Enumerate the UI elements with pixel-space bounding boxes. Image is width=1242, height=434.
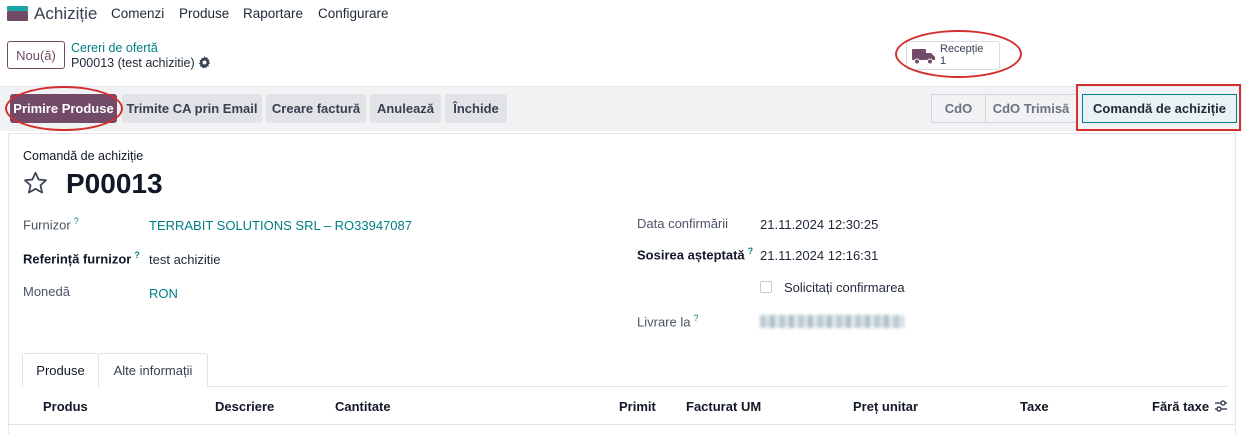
deliver-to-label-text: Livrare la bbox=[637, 314, 691, 330]
deliver-to-field-redacted[interactable] bbox=[760, 315, 904, 328]
help-icon[interactable]: ? bbox=[748, 246, 754, 256]
create-bill-button[interactable]: Creare factură bbox=[266, 94, 366, 123]
col-header-description[interactable]: Descriere bbox=[215, 399, 274, 414]
currency-field[interactable]: RON bbox=[149, 286, 178, 301]
ask-confirmation-label: Solicitați confirmarea bbox=[784, 280, 905, 295]
table-header-divider bbox=[8, 424, 1234, 425]
vendor-ref-label-text: Referință furnizor bbox=[23, 251, 132, 267]
col-header-billed[interactable]: Facturat bbox=[686, 399, 737, 414]
supplier-label: Furnizor? bbox=[23, 216, 79, 232]
menu-comenzi[interactable]: Comenzi bbox=[111, 6, 164, 21]
col-header-unit-price[interactable]: Preț unitar bbox=[853, 399, 918, 414]
expected-arrival-label-text: Sosirea așteptată bbox=[637, 247, 745, 263]
col-header-received[interactable]: Primit bbox=[619, 399, 656, 414]
supplier-label-text: Furnizor bbox=[23, 217, 71, 233]
col-header-taxes[interactable]: Taxe bbox=[1020, 399, 1049, 414]
annotation-circle-receipt bbox=[895, 30, 1022, 78]
expected-arrival-field[interactable]: 21.11.2024 12:16:31 bbox=[760, 248, 878, 263]
breadcrumb-parent[interactable]: Cereri de ofertă bbox=[71, 41, 158, 55]
stage-rfq[interactable]: CdO bbox=[931, 94, 986, 123]
supplier-field[interactable]: TERRABIT SOLUTIONS SRL – RO33947087 bbox=[149, 218, 412, 233]
menu-configurare[interactable]: Configurare bbox=[318, 6, 389, 21]
confirm-date-field[interactable]: 21.11.2024 12:30:25 bbox=[760, 217, 878, 232]
vendor-ref-field[interactable]: test achizitie bbox=[149, 252, 221, 267]
confirm-date-label: Data confirmării bbox=[637, 216, 729, 231]
ask-confirmation-checkbox[interactable] bbox=[760, 281, 772, 293]
expected-arrival-label: Sosirea așteptată? bbox=[637, 246, 753, 262]
help-icon[interactable]: ? bbox=[134, 250, 140, 260]
menu-raportare[interactable]: Raportare bbox=[243, 6, 303, 21]
optional-columns-icon[interactable] bbox=[1214, 399, 1228, 413]
help-icon[interactable]: ? bbox=[693, 313, 698, 323]
record-type-label: Comandă de achiziție bbox=[23, 149, 144, 163]
breadcrumb-current: P00013 (test achizitie) bbox=[71, 56, 195, 70]
send-po-email-button[interactable]: Trimite CA prin Email bbox=[122, 94, 262, 123]
stage-rfq-sent[interactable]: CdO Trimisă bbox=[985, 94, 1077, 123]
currency-label: Monedă bbox=[23, 284, 70, 299]
tab-other-info[interactable]: Alte informații bbox=[98, 353, 208, 387]
col-header-subtotal[interactable]: Fără taxe bbox=[1152, 399, 1209, 414]
form-sheet bbox=[8, 133, 1236, 434]
deliver-to-label: Livrare la? bbox=[637, 313, 698, 329]
lock-button[interactable]: Închide bbox=[445, 94, 507, 123]
app-name[interactable]: Achiziție bbox=[34, 4, 97, 24]
col-header-quantity[interactable]: Cantitate bbox=[335, 399, 391, 414]
annotation-box-stage bbox=[1076, 84, 1241, 131]
col-header-product[interactable]: Produs bbox=[43, 399, 88, 414]
col-header-uom[interactable]: UM bbox=[741, 399, 761, 414]
menu-produse[interactable]: Produse bbox=[179, 6, 229, 21]
new-button[interactable]: Nou(ă) bbox=[7, 41, 65, 69]
app-logo-icon[interactable] bbox=[7, 6, 28, 21]
gear-icon[interactable] bbox=[198, 56, 211, 69]
record-name: P00013 bbox=[66, 168, 163, 199]
help-icon[interactable]: ? bbox=[74, 216, 79, 226]
annotation-circle-receive bbox=[5, 86, 123, 131]
cancel-button[interactable]: Anulează bbox=[370, 94, 441, 123]
tab-products[interactable]: Produse bbox=[22, 353, 99, 387]
star-icon[interactable] bbox=[22, 170, 49, 196]
vendor-ref-label: Referință furnizor? bbox=[23, 250, 140, 266]
